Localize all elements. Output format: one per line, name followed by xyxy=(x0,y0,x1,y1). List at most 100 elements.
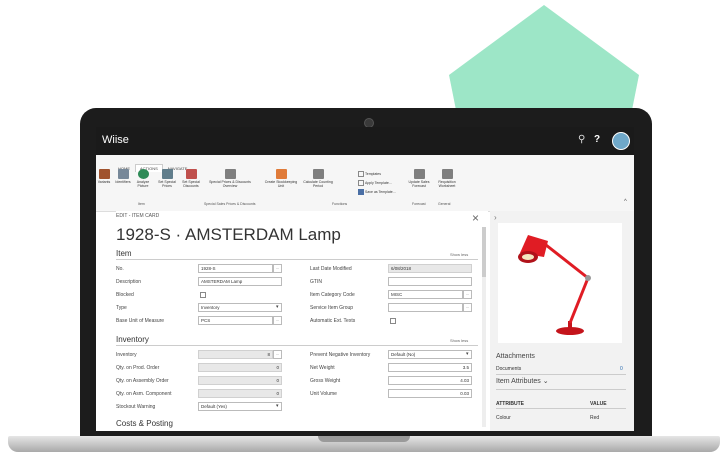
blocked-checkbox[interactable] xyxy=(200,292,206,298)
templates-icon xyxy=(358,171,364,177)
overview-icon xyxy=(224,169,236,179)
inventory-label: Inventory xyxy=(116,352,137,358)
update-sales-forecast-button[interactable]: Update Sales Forecast xyxy=(406,169,432,188)
attachments-header[interactable]: Attachments xyxy=(496,353,535,360)
inventory-lookup-button[interactable]: ... xyxy=(273,350,282,359)
automatic-ext-texts-label: Automatic Ext. Texts xyxy=(310,318,356,324)
qty-assembly-order-field: 0 xyxy=(198,376,282,385)
type-select[interactable]: Inventory xyxy=(198,303,282,312)
base-unit-field[interactable]: PCS xyxy=(198,316,273,325)
set-special-prices-button[interactable]: Set Special Prices xyxy=(156,169,178,188)
type-label: Type xyxy=(116,305,127,311)
chevron-down-icon: ▾ xyxy=(276,403,279,409)
save-icon xyxy=(358,189,364,195)
attribute-name-cell: Colour xyxy=(496,415,511,421)
item-show-less-link[interactable]: Show less xyxy=(450,252,468,257)
ribbon-tabs: HOMEACTIONSNAVIGATE xyxy=(114,157,192,172)
counting-icon xyxy=(312,169,324,179)
identifiers-icon xyxy=(117,169,129,179)
top-bar: Wiise ⚲ ? xyxy=(96,127,634,155)
gross-weight-field[interactable]: 4.03 xyxy=(388,376,472,385)
variants-button[interactable]: Variants xyxy=(96,169,112,184)
forecast-icon xyxy=(413,169,425,179)
item-category-code-field[interactable]: MISC xyxy=(388,290,463,299)
inventory-show-less-link[interactable]: Show less xyxy=(450,338,468,343)
divider xyxy=(496,408,626,409)
unit-volume-label: Unit Volume xyxy=(310,391,337,397)
chevron-down-icon: ▾ xyxy=(466,351,469,357)
item-attributes-header[interactable]: Item Attributes ⌄ xyxy=(496,377,549,385)
item-category-code-label: Item Category Code xyxy=(310,292,355,298)
app-title: Wiise xyxy=(102,134,129,146)
item-category-lookup-button[interactable]: ... xyxy=(463,290,472,299)
qty-asm-component-label: Qty. on Asm. Component xyxy=(116,391,172,397)
last-date-modified-label: Last Date Modified xyxy=(310,266,352,272)
group-label-special-sales: Special Sales Prices & Discounts xyxy=(204,202,256,206)
section-item-header[interactable]: Item xyxy=(116,249,132,258)
net-weight-field[interactable]: 3.5 xyxy=(388,363,472,372)
prevent-negative-inventory-label: Prevent Negative Inventory xyxy=(310,352,371,358)
item-card-form: EDIT - ITEM CARD × 1928-S · AMSTERDAM La… xyxy=(116,211,488,431)
unit-volume-field[interactable]: 0.03 xyxy=(388,389,472,398)
group-label-item: Item xyxy=(138,202,145,206)
identifiers-button[interactable]: Identifiers xyxy=(114,169,132,184)
help-button[interactable]: ? xyxy=(594,134,600,145)
close-icon[interactable]: × xyxy=(472,211,479,225)
section-costs-posting-header[interactable]: Costs & Posting xyxy=(116,419,173,428)
inventory-field: 8 xyxy=(198,350,273,359)
factbox-pane: › Attachments Documents 0 Item Attribute… xyxy=(490,211,634,431)
avatar[interactable] xyxy=(612,132,630,150)
discounts-icon xyxy=(185,169,197,179)
prices-icon xyxy=(161,169,173,179)
chevron-down-icon: ⌄ xyxy=(542,378,549,385)
no-label: No. xyxy=(116,266,124,272)
item-picture xyxy=(498,223,622,343)
base-unit-label: Base Unit of Measure xyxy=(116,318,165,324)
no-field[interactable]: 1928-S xyxy=(198,264,273,273)
save-as-template-button[interactable]: Save as Template... xyxy=(358,189,396,195)
divider xyxy=(116,345,478,346)
prevent-negative-inventory-select[interactable]: Default (No) xyxy=(388,350,472,359)
page-title: 1928-S · AMSTERDAM Lamp xyxy=(116,225,341,244)
laptop-notch xyxy=(318,436,410,442)
special-prices-overview-button[interactable]: Special Prices & Discounts Overview xyxy=(204,169,256,188)
collapse-ribbon-icon[interactable]: ^ xyxy=(624,199,627,205)
requisition-worksheet-button[interactable]: Requisition Worksheet xyxy=(434,169,460,188)
last-date-modified-field: 6/08/2018 xyxy=(388,264,472,273)
blocked-label: Blocked xyxy=(116,292,134,298)
divider xyxy=(496,389,626,390)
stockout-warning-label: Stockout Warning xyxy=(116,404,156,410)
ribbon: HOMEACTIONSNAVIGATE Variants Identifiers… xyxy=(96,155,634,212)
gtin-field[interactable] xyxy=(388,277,472,286)
no-lookup-button[interactable]: ... xyxy=(273,264,282,273)
analyze-picture-button[interactable]: Analyze Picture xyxy=(134,169,152,188)
create-stockkeeping-unit-button[interactable]: Create Stockkeeping Unit xyxy=(262,169,300,188)
screen: Wiise ⚲ ? HOMEACTIONSNAVIGATE Variants I… xyxy=(96,127,634,431)
automatic-ext-texts-checkbox[interactable] xyxy=(390,318,396,324)
form-scrollbar-thumb[interactable] xyxy=(482,227,486,277)
calculate-counting-period-button[interactable]: Calculate Counting Period xyxy=(302,169,334,188)
description-field[interactable]: AMSTERDAM Lamp xyxy=(198,277,282,286)
service-item-group-lookup-button[interactable]: ... xyxy=(463,303,472,312)
attribute-column-header: ATTRIBUTE xyxy=(496,401,524,407)
documents-count[interactable]: 0 xyxy=(620,366,623,372)
documents-label: Documents xyxy=(496,366,522,372)
service-item-group-field[interactable] xyxy=(388,303,463,312)
gtin-label: GTIN xyxy=(310,279,322,285)
refresh-icon xyxy=(137,169,149,179)
search-icon[interactable]: ⚲ xyxy=(578,134,585,145)
section-inventory-header[interactable]: Inventory xyxy=(116,335,149,344)
apply-template-button[interactable]: Apply Template... xyxy=(358,180,392,186)
stockkeeping-icon xyxy=(275,169,287,179)
chevron-right-icon[interactable]: › xyxy=(494,213,497,222)
base-unit-lookup-button[interactable]: ... xyxy=(273,316,282,325)
templates-button[interactable]: Templates xyxy=(358,171,381,177)
edit-mode-label: EDIT - ITEM CARD xyxy=(116,213,160,219)
qty-prod-order-label: Qty. on Prod. Order xyxy=(116,365,160,371)
chevron-down-icon: ▾ xyxy=(276,304,279,310)
divider xyxy=(496,374,626,375)
variants-icon xyxy=(98,169,110,179)
net-weight-label: Net Weight xyxy=(310,365,335,371)
stockout-warning-select[interactable]: Default (Yes) xyxy=(198,402,282,411)
set-special-discounts-button[interactable]: Set Special Discounts xyxy=(180,169,202,188)
